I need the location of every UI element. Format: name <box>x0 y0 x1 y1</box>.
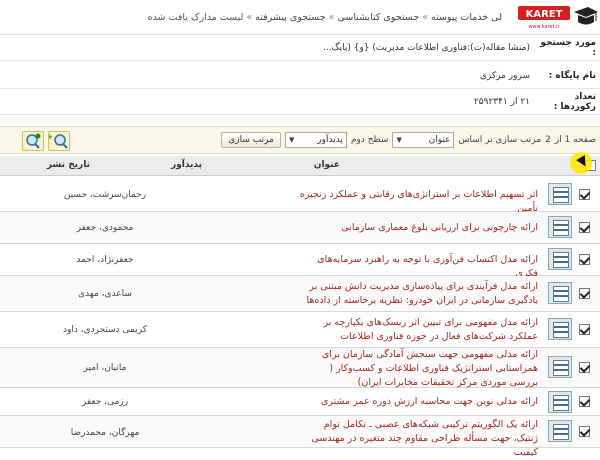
result-author: محمودی، جعفر <box>76 223 134 233</box>
toolbar-actions: + <box>22 131 70 151</box>
breadcrumb-item-advanced-search[interactable]: جستجوی پیشرفته <box>255 12 325 23</box>
column-header-title[interactable]: عنوان <box>314 160 340 170</box>
row-checkbox[interactable] <box>579 189 590 200</box>
table-row: ارائه مدل مفهومی برای تبیین اثر ریسک‌های… <box>0 312 600 348</box>
sort-primary-select[interactable]: عنوان ▼ <box>392 132 455 148</box>
sort-button[interactable]: مرتب سازی <box>221 132 281 148</box>
logo-tagline: www.karet.ir <box>528 24 560 30</box>
record-count-label: تعداد رکوردها : <box>553 91 596 112</box>
row-checkbox[interactable] <box>579 254 590 265</box>
result-author: رحمان‌سرشت، حسین <box>63 190 147 200</box>
record-count-value: ۲۱ از ۲۵۹۲۳۴۱ <box>473 96 530 107</box>
add-search-icon[interactable]: + <box>47 131 70 151</box>
result-title-link[interactable]: ارائه چارچوبی برای ارزیابی بلوغ معماری س… <box>298 221 538 235</box>
breadcrumb-separator: » <box>422 12 429 23</box>
record-count-row: تعداد رکوردها : ۲۱ از ۲۵۹۲۳۴۱ <box>0 89 600 115</box>
result-author: رزمی، جعفر <box>81 397 129 407</box>
result-author: جعفرنژاد، احمد <box>76 255 134 265</box>
row-checkbox[interactable] <box>579 222 590 233</box>
sort-level2-label: سطح دوم <box>350 135 389 145</box>
result-author: ساعدی، مهدی <box>78 289 132 299</box>
logo-text: KARET <box>526 9 563 20</box>
svg-text:+: + <box>49 133 53 141</box>
row-checkbox[interactable] <box>579 362 590 373</box>
result-author: مهرگان، محمدرضا <box>70 428 140 438</box>
results-toolbar: صفحه 1 از 2 مرتب سازی بر اساس عنوان ▼ سط… <box>0 126 600 154</box>
result-title-link[interactable]: ارائه یک الگوریتم ترکیبی شبکه‌های عصبی ـ… <box>298 418 538 460</box>
sort-secondary-value: پدیدآور <box>317 135 343 145</box>
document-icon[interactable] <box>548 248 572 270</box>
row-checkbox[interactable] <box>579 324 590 335</box>
database-label: نام پایگاه : <box>548 70 596 81</box>
breadcrumb-item-services[interactable]: لی خدمات پیوسته <box>431 12 502 23</box>
table-row: اثر تسهیم اطلاعات بر استراتژی‌های رقابتی… <box>0 178 600 214</box>
result-author: ماتیان، امیر <box>83 363 127 373</box>
search-info-panel: مورد جستجو : (منشا مقاله(ت):فناوری اطلاع… <box>0 34 600 116</box>
mouse-cursor-highlight <box>570 152 592 174</box>
document-icon[interactable] <box>548 216 572 238</box>
document-icon[interactable] <box>548 391 572 413</box>
result-title-link[interactable]: ارائه مدلی مفهومی جهت سنجش آمادگی سازمان… <box>298 348 538 390</box>
search-query-row: مورد جستجو : (منشا مقاله(ت):فناوری اطلاع… <box>0 35 600 61</box>
database-value: سرور مرکزی <box>479 70 530 81</box>
table-row: ارائه چارچوبی برای ارزیابی بلوغ معماری س… <box>0 212 600 244</box>
result-title-link[interactable]: ارائه مدلی نوین جهت محاسبه ارزش دوره عمر… <box>298 395 538 409</box>
search-query-value: (منشا مقاله(ت):فناوری اطلاعات مدیریت) {و… <box>322 42 530 53</box>
row-checkbox[interactable] <box>579 396 590 407</box>
document-icon[interactable] <box>548 356 572 378</box>
document-icon[interactable] <box>548 420 572 442</box>
zoom-search-icon[interactable] <box>22 131 44 151</box>
row-checkbox[interactable] <box>579 288 590 299</box>
page-label: صفحه 1 از <box>554 135 596 145</box>
table-row: ارائه یک الگوریتم ترکیبی شبکه‌های عصبی ـ… <box>0 416 600 458</box>
chevron-down-icon: ▼ <box>288 136 295 144</box>
row-checkbox[interactable] <box>579 426 590 437</box>
table-row: ارائه مدلی نوین جهت محاسبه ارزش دوره عمر… <box>0 388 600 416</box>
breadcrumb: لی خدمات پیوسته»جستجوی کتابشناسی»جستجوی … <box>0 8 502 28</box>
sort-label: مرتب سازی بر اساس <box>458 135 542 145</box>
search-query-label: مورد جستجو : <box>540 37 596 58</box>
result-title-link[interactable]: ارائه مدل فرآیندی برای پیاده‌سازی مدیریت… <box>298 280 538 308</box>
document-icon[interactable] <box>548 318 572 340</box>
result-author: کریمی دستجردی، داود <box>62 325 148 335</box>
karet-logo: KARET www.karet.ir <box>518 6 598 30</box>
result-title-link[interactable]: ارائه مدل مفهومی برای تبیین اثر ریسک‌های… <box>298 316 538 344</box>
breadcrumb-separator: » <box>246 12 253 23</box>
breadcrumb-item-bibliographic-search[interactable]: جستجوی کتابشناسی <box>337 12 419 23</box>
table-row: ارائه مدلی مفهومی جهت سنجش آمادگی سازمان… <box>0 348 600 388</box>
document-icon[interactable] <box>548 183 572 205</box>
table-row: ارائه مدل اکتساب فن‌آوری با توجه به راهب… <box>0 244 600 279</box>
results-table-header: عنوان پدیدآور تاریخ نشر <box>0 156 600 176</box>
database-row: نام پایگاه : سرور مرکزی <box>0 63 600 89</box>
column-header-date[interactable]: تاریخ نشر <box>47 160 90 170</box>
page-total: 2 <box>545 135 551 145</box>
breadcrumb-separator: » <box>328 12 335 23</box>
sort-primary-value: عنوان <box>428 135 451 145</box>
breadcrumb-item-results: لیست مدارک یافت شده <box>147 12 244 23</box>
document-icon[interactable] <box>548 282 572 304</box>
sort-secondary-select[interactable]: پدیدآور ▼ <box>284 132 347 148</box>
graduation-cap-icon <box>574 7 598 25</box>
chevron-down-icon: ▼ <box>396 136 402 144</box>
table-row: ارائه مدل فرآیندی برای پیاده‌سازی مدیریت… <box>0 276 600 312</box>
column-header-author[interactable]: پدیدآور <box>171 160 202 170</box>
